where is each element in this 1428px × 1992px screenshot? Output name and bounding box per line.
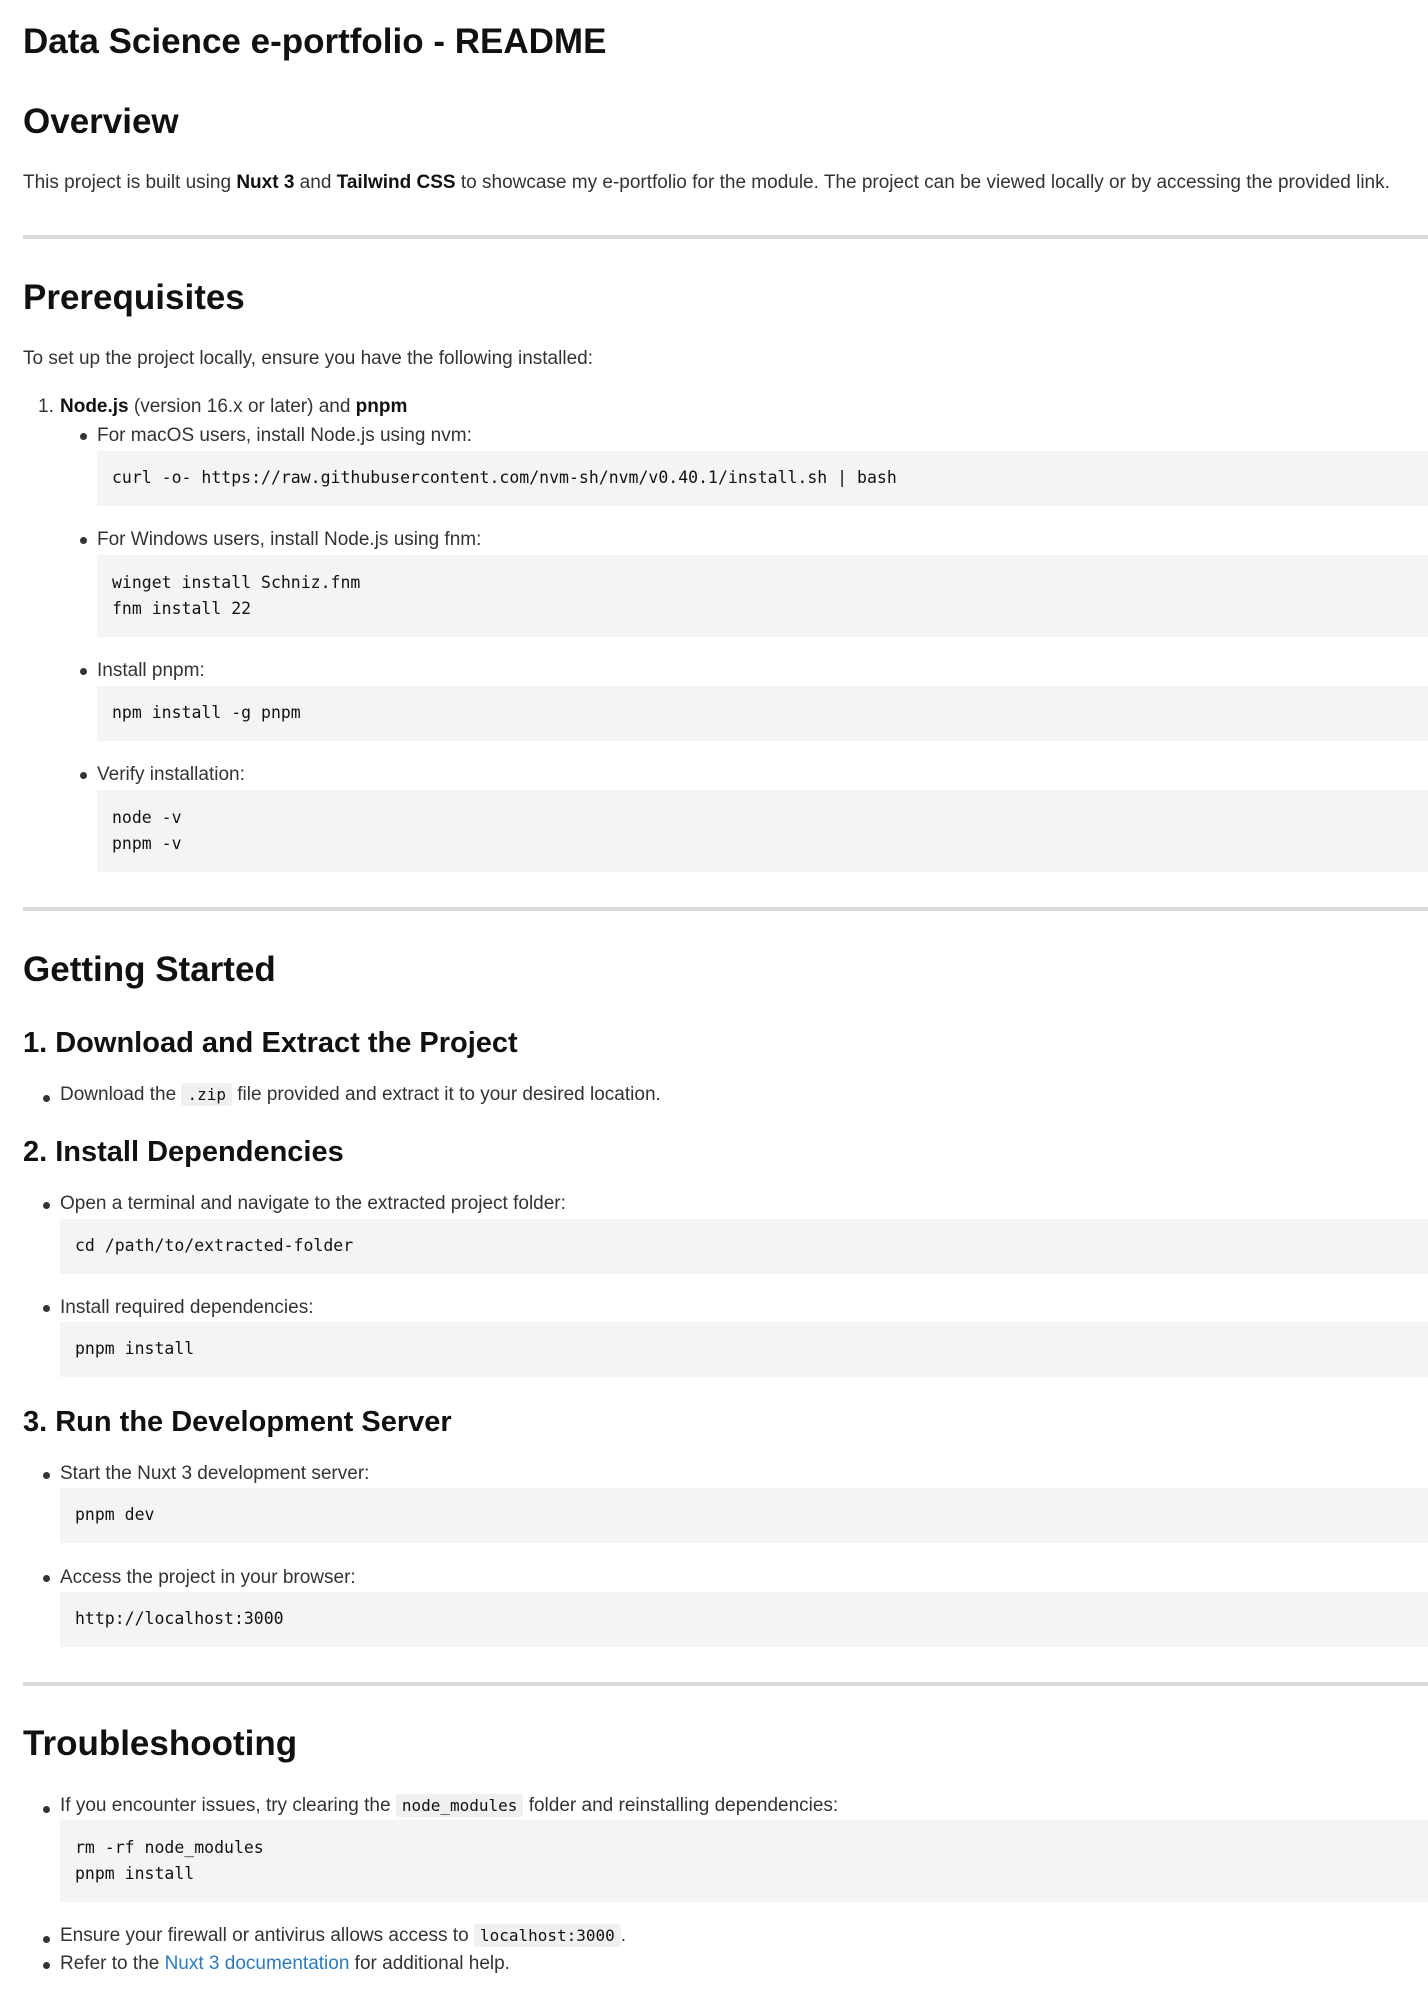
bullet [43, 1202, 50, 1209]
troubleshooting-heading: Troubleshooting [23, 1724, 298, 1763]
code-line: pnpm install [75, 1339, 195, 1358]
bullet [43, 1806, 50, 1813]
troubleshooting-item-2: Ensure your firewall or antivirus allows… [60, 1924, 626, 1949]
code-block[interactable]: curl -o- https://raw.githubusercontent.c… [97, 451, 1428, 506]
troubleshooting-text-part: for additional help. [349, 1953, 510, 1974]
bullet [80, 668, 87, 675]
code-line: node -v [112, 808, 182, 827]
bullet [43, 1472, 50, 1479]
troubleshooting-item-3: Refer to the Nuxt 3 documentation for ad… [60, 1952, 510, 1977]
code-line: rm -rf node_modules [75, 1838, 264, 1857]
prereq-bold-pnpm: pnpm [355, 396, 408, 417]
inline-code: .zip [181, 1083, 232, 1106]
prerequisites-heading: Prerequisites [23, 278, 245, 317]
code-line: pnpm -v [112, 834, 182, 853]
step1-text: Download the .zip file provided and extr… [60, 1083, 661, 1108]
overview-text-part: to showcase my e-portfolio for the modul… [455, 172, 1390, 193]
code-block[interactable]: node -v pnpm -v [97, 790, 1428, 872]
troubleshooting-text-part: Ensure your firewall or antivirus allows… [60, 1925, 474, 1946]
overview-text-part: and [294, 172, 337, 193]
readme-page: Data Science e-portfolio - README Overvi… [0, 0, 1428, 1992]
overview-text-part: This project is built using [23, 172, 237, 193]
bullet [80, 772, 87, 779]
prereq-item-text: (version 16.x or later) and [128, 396, 356, 417]
prereq-sub-label: Verify installation: [97, 764, 245, 785]
code-block[interactable]: pnpm dev [60, 1488, 1428, 1543]
prereq-sub-label: Install pnpm: [97, 660, 205, 681]
step3-item-label: Start the Nuxt 3 development server: [60, 1463, 370, 1484]
code-line: curl -o- https://raw.githubusercontent.c… [112, 468, 897, 487]
step3-item-label: Access the project in your browser: [60, 1567, 356, 1588]
troubleshooting-text-part: folder and reinstalling dependencies: [523, 1795, 839, 1816]
overview-bold-tailwind: Tailwind CSS [336, 172, 456, 193]
code-line: npm install -g pnpm [112, 703, 301, 722]
code-block[interactable]: pnpm install [60, 1322, 1428, 1377]
code-block[interactable]: rm -rf node_modules pnpm install [60, 1820, 1428, 1902]
troubleshooting-text-part: Refer to the [60, 1953, 165, 1974]
inline-code: localhost:3000 [473, 1924, 621, 1947]
step1-text-part: file provided and extract it to your des… [232, 1084, 661, 1105]
overview-text: This project is built using Nuxt 3 and T… [23, 171, 1390, 196]
code-block[interactable]: http://localhost:3000 [60, 1592, 1428, 1647]
code-line: winget install Schniz.fnm [112, 573, 361, 592]
step1-heading: 1. Download and Extract the Project [23, 1027, 518, 1059]
code-block[interactable]: cd /path/to/extracted-folder [60, 1219, 1428, 1274]
divider [23, 907, 1428, 911]
getting-started-heading: Getting Started [23, 950, 276, 989]
code-block[interactable]: npm install -g pnpm [97, 686, 1428, 741]
page-title: Data Science e-portfolio - README [23, 22, 607, 61]
bullet [43, 1962, 50, 1969]
bullet [43, 1305, 50, 1312]
troubleshooting-item-1: If you encounter issues, try clearing th… [60, 1794, 838, 1819]
code-line: http://localhost:3000 [75, 1609, 284, 1628]
step3-heading: 3. Run the Development Server [23, 1406, 452, 1438]
divider [23, 1682, 1428, 1686]
code-block[interactable]: winget install Schniz.fnm fnm install 22 [97, 555, 1428, 637]
step1-text-part: Download the [60, 1084, 182, 1105]
code-line: cd /path/to/extracted-folder [75, 1236, 354, 1255]
bullet [43, 1575, 50, 1582]
overview-bold-nuxt: Nuxt 3 [236, 172, 295, 193]
code-line: pnpm install [75, 1864, 195, 1883]
code-line: fnm install 22 [112, 599, 252, 618]
prereq-item-number: 1. [38, 396, 54, 417]
overview-heading: Overview [23, 102, 179, 141]
bullet [80, 433, 87, 440]
troubleshooting-text-part: If you encounter issues, try clearing th… [60, 1795, 396, 1816]
step2-heading: 2. Install Dependencies [23, 1136, 344, 1168]
troubleshooting-text-part: . [620, 1925, 627, 1946]
divider [23, 235, 1428, 239]
bullet [43, 1095, 50, 1102]
code-line: pnpm dev [75, 1505, 155, 1524]
prerequisites-intro: To set up the project locally, ensure yo… [23, 348, 593, 369]
prereq-item-1: Node.js (version 16.x or later) and pnpm [60, 395, 407, 420]
inline-code: node_modules [395, 1794, 524, 1817]
prereq-sub-label: For macOS users, install Node.js using n… [97, 425, 472, 446]
step2-item-label: Open a terminal and navigate to the extr… [60, 1193, 566, 1214]
nuxt-docs-link[interactable]: Nuxt 3 documentation [165, 1953, 350, 1974]
step2-item-label: Install required dependencies: [60, 1297, 314, 1318]
prereq-sub-label: For Windows users, install Node.js using… [97, 529, 482, 550]
bullet [43, 1936, 50, 1943]
prereq-bold-node: Node.js [60, 396, 129, 417]
bullet [80, 537, 87, 544]
